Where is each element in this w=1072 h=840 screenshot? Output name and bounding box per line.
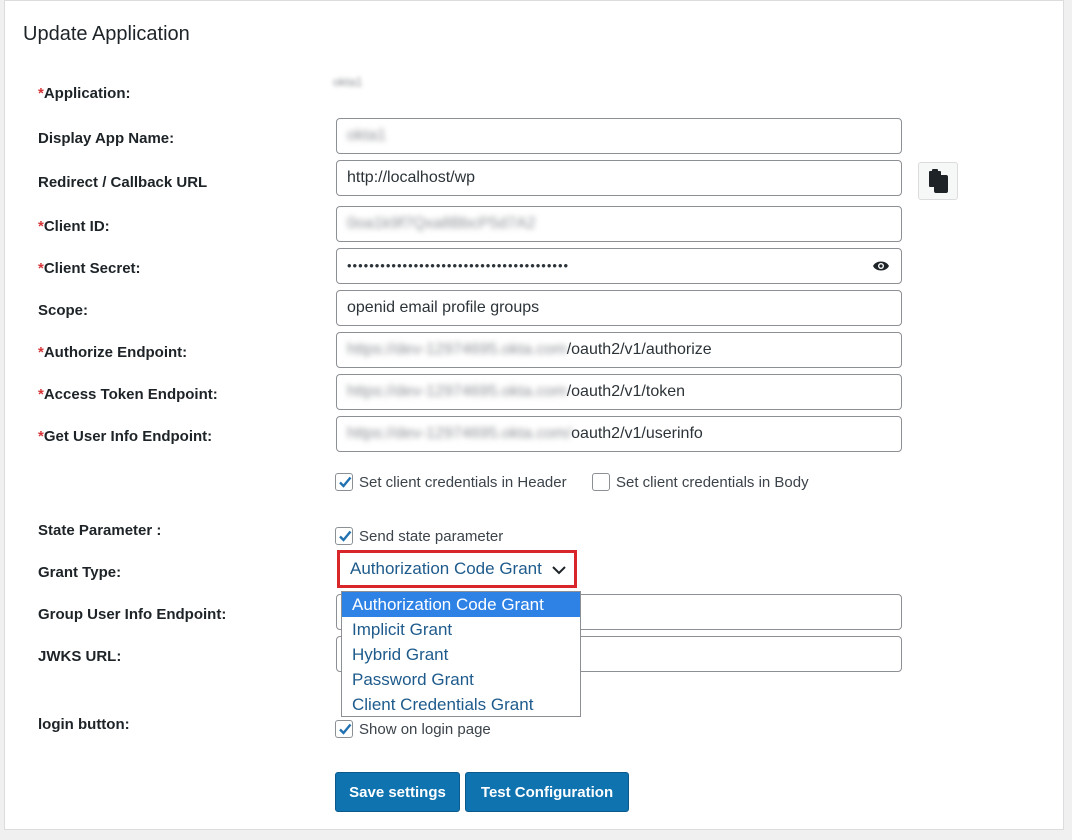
scope-label: Scope: bbox=[38, 302, 89, 319]
check-icon bbox=[339, 476, 352, 488]
grant-option-client-credentials[interactable]: Client Credentials Grant bbox=[342, 692, 580, 717]
grant-type-selected-value: Authorization Code Grant bbox=[350, 559, 542, 578]
grant-option-hybrid[interactable]: Hybrid Grant bbox=[342, 642, 580, 667]
userinfo-endpoint-input[interactable]: https://dev-12974695.okta.com/oauth2/v1/… bbox=[336, 416, 902, 452]
authorize-endpoint-input[interactable]: https://dev-12974695.okta.com/oauth2/v1/… bbox=[336, 332, 902, 368]
scope-input[interactable]: openid email profile groups bbox=[336, 290, 902, 326]
access-token-endpoint-label: *Access Token Endpoint: bbox=[38, 386, 218, 403]
state-parameter-text: Send state parameter bbox=[359, 527, 504, 545]
state-parameter-option[interactable]: Send state parameter bbox=[335, 527, 503, 545]
body-credentials-option[interactable]: Set client credentials in Body bbox=[592, 473, 809, 491]
login-button-label: login button: bbox=[38, 716, 130, 733]
check-icon bbox=[339, 723, 352, 735]
grant-type-dropdown: Authorization Code Grant Implicit Grant … bbox=[341, 591, 581, 717]
display-app-name-input[interactable]: okta1 bbox=[336, 118, 902, 154]
application-value: okta1 bbox=[333, 75, 363, 89]
jwks-url-label: JWKS URL: bbox=[38, 648, 122, 665]
show-on-login-checkbox[interactable] bbox=[335, 720, 353, 738]
access-token-endpoint-input[interactable]: https://dev-12974695.okta.com/oauth2/v1/… bbox=[336, 374, 902, 410]
client-secret-label: *Client Secret: bbox=[38, 260, 141, 277]
state-parameter-checkbox[interactable] bbox=[335, 527, 353, 545]
redirect-url-label: Redirect / Callback URL bbox=[38, 174, 208, 191]
redirect-url-input[interactable]: http://localhost/wp bbox=[336, 160, 902, 196]
copy-redirect-url-button[interactable] bbox=[918, 162, 958, 200]
client-secret-input[interactable]: •••••••••••••••••••••••••••••••••••••••• bbox=[336, 248, 902, 284]
client-id-input[interactable]: 0oa1k9f7Qxa8BbcP5d7A2 bbox=[336, 206, 902, 242]
header-credentials-checkbox[interactable] bbox=[335, 473, 353, 491]
page-title: Update Application bbox=[23, 23, 190, 45]
grant-type-label: Grant Type: bbox=[38, 564, 122, 581]
authorize-endpoint-label: *Authorize Endpoint: bbox=[38, 344, 188, 361]
userinfo-endpoint-label: *Get User Info Endpoint: bbox=[38, 428, 213, 445]
test-configuration-button[interactable]: Test Configuration bbox=[465, 772, 629, 812]
group-userinfo-endpoint-label: Group User Info Endpoint: bbox=[38, 606, 227, 623]
grant-option-implicit[interactable]: Implicit Grant bbox=[342, 617, 580, 642]
update-application-panel: Update Application *Application: okta1 D… bbox=[4, 0, 1064, 830]
grant-type-select[interactable]: Authorization Code Grant bbox=[337, 550, 577, 588]
show-on-login-text: Show on login page bbox=[359, 720, 491, 738]
chevron-down-icon bbox=[552, 566, 566, 575]
copy-icon bbox=[929, 169, 948, 193]
save-settings-button[interactable]: Save settings bbox=[335, 772, 460, 812]
header-credentials-option[interactable]: Set client credentials in Header bbox=[335, 473, 567, 491]
eye-icon[interactable] bbox=[873, 260, 889, 272]
client-id-label: *Client ID: bbox=[38, 218, 110, 235]
check-icon bbox=[339, 530, 352, 542]
application-label: *Application: bbox=[38, 85, 131, 102]
body-credentials-label: Set client credentials in Body bbox=[616, 473, 809, 491]
show-on-login-option[interactable]: Show on login page bbox=[335, 720, 491, 738]
state-parameter-label: State Parameter : bbox=[38, 522, 162, 539]
display-app-name-label: Display App Name: bbox=[38, 130, 175, 147]
header-credentials-label: Set client credentials in Header bbox=[359, 473, 567, 491]
grant-option-password[interactable]: Password Grant bbox=[342, 667, 580, 692]
grant-option-authorization-code[interactable]: Authorization Code Grant bbox=[342, 592, 580, 617]
body-credentials-checkbox[interactable] bbox=[592, 473, 610, 491]
